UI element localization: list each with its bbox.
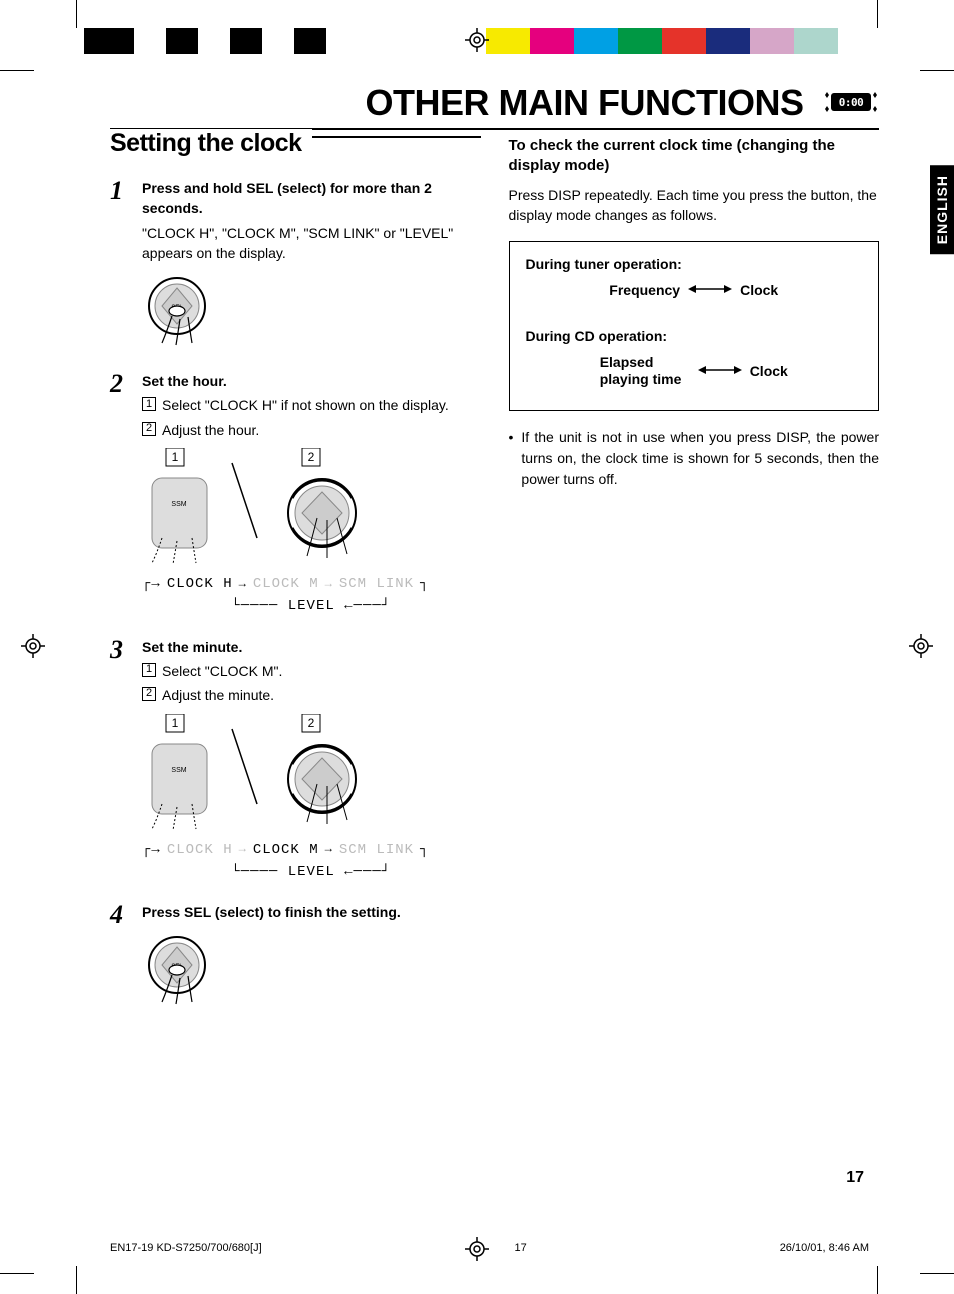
crop-mark [920,70,954,71]
substep-text: Adjust the minute. [162,685,274,705]
two-control-illustration: 1 2 SSM [142,714,481,834]
dial-press-illustration: SEL [142,930,481,1010]
substep-number: 2 [142,687,156,701]
section-title: Setting the clock [110,129,312,158]
step-number: 3 [110,637,132,882]
substep-text: Adjust the hour. [162,420,259,440]
svg-text:2: 2 [308,716,315,730]
display-mode-box: During tuner operation: Frequency Clock … [509,241,880,411]
step-number: 2 [110,371,132,616]
crop-mark [0,1273,34,1274]
crop-mark [0,70,34,71]
svg-text:1: 1 [172,450,179,464]
step-number: 1 [110,178,132,351]
language-tab: ENGLISH [930,165,954,254]
crop-mark [76,0,77,28]
substep-text: Select "CLOCK M". [162,661,282,681]
footer-right: 26/10/01, 8:46 AM [780,1242,869,1254]
substep-number: 1 [142,397,156,411]
page-title: OTHER MAIN FUNCTIONS 0:00 [110,80,879,130]
crop-mark [920,1273,954,1274]
double-arrow-icon [688,282,732,298]
substep-number: 1 [142,663,156,677]
step-text: "CLOCK H", "CLOCK M", "SCM LINK" or "LEV… [142,223,481,264]
mode-left: Frequency [609,282,680,298]
right-heading: To check the current clock time (changin… [509,136,880,177]
mode-label: During CD operation: [526,328,863,344]
lcd-sequence: ┌→ CLOCK H→ CLOCK M→ SCM LINK ┐ └──── LE… [142,574,481,617]
svg-text:SSM: SSM [171,767,186,774]
mode-right: Clock [740,282,778,298]
footer-mid: 17 [515,1242,527,1254]
step-heading: Set the hour. [142,371,481,391]
bullet-icon: • [509,427,514,490]
substep-number: 2 [142,422,156,436]
dial-press-illustration: SEL [142,271,481,351]
note-text: If the unit is not in use when you press… [521,427,879,490]
registration-mark-icon [909,634,933,658]
registration-mark-icon [465,28,489,52]
mode-label: During tuner operation: [526,256,863,272]
double-arrow-icon [698,363,742,379]
step-number: 4 [110,902,132,1010]
lcd-sequence: ┌→ CLOCK H→ CLOCK M→ SCM LINK ┐ └──── LE… [142,840,481,883]
crop-mark [877,0,878,28]
page-number: 17 [846,1169,864,1187]
footer-left: EN17-19 KD-S7250/700/680[J] [110,1242,262,1254]
substep-text: Select "CLOCK H" if not shown on the dis… [162,395,449,415]
step-heading: Press and hold SEL (select) for more tha… [142,178,481,219]
svg-text:SSM: SSM [171,501,186,508]
svg-text:0:00: 0:00 [839,96,864,109]
step-heading: Press SEL (select) to finish the setting… [142,902,481,922]
mode-right: Clock [750,363,788,379]
crop-mark [76,1266,77,1294]
step-heading: Set the minute. [142,637,481,657]
right-paragraph: Press DISP repeatedly. Each time you pre… [509,185,880,226]
two-control-illustration: 1 2 SSM [142,448,481,568]
svg-text:1: 1 [172,716,179,730]
mode-left: Elapsed playing time [600,354,690,388]
svg-text:2: 2 [308,450,315,464]
clock-badge-icon: 0:00 [819,80,879,122]
page-title-text: OTHER MAIN FUNCTIONS [366,82,804,123]
crop-mark [877,1266,878,1294]
registration-mark-icon [21,634,45,658]
